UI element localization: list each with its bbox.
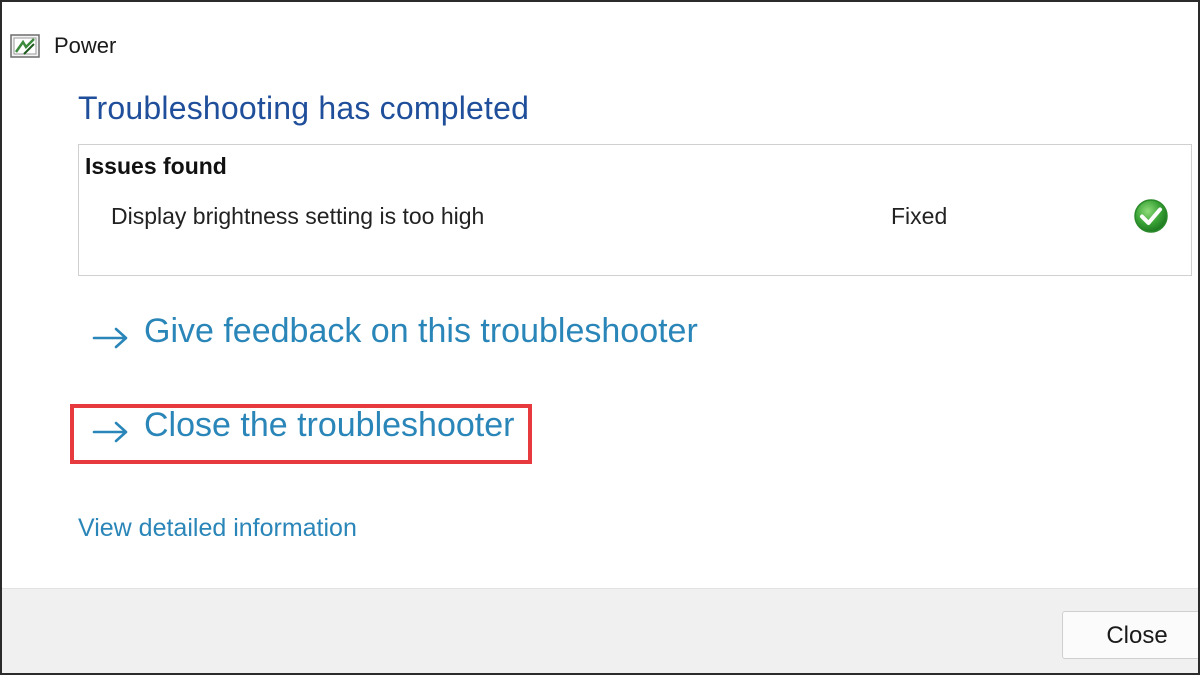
highlight-annotation [70, 404, 532, 464]
issue-status: Fixed [891, 203, 948, 229]
arrow-right-icon [92, 320, 130, 348]
window-title: Power [54, 33, 117, 58]
title-bar: Power [10, 30, 116, 62]
issue-description: Display brightness setting is too high [111, 203, 485, 229]
give-feedback-label: Give feedback on this troubleshooter [144, 312, 698, 350]
give-feedback-link[interactable]: Give feedback on this troubleshooter [92, 312, 698, 351]
view-details-link[interactable]: View detailed information [78, 514, 357, 543]
green-check-icon [1133, 198, 1169, 234]
footer-bar: Close [2, 588, 1198, 673]
close-button[interactable]: Close [1062, 611, 1198, 659]
issues-panel: Issues found Display brightness setting … [78, 144, 1192, 276]
issues-title: Issues found [85, 153, 227, 179]
troubleshooter-window: Power Troubleshooting has completed Issu… [0, 0, 1200, 675]
page-title: Troubleshooting has completed [78, 90, 530, 126]
power-troubleshooter-icon [10, 34, 40, 58]
